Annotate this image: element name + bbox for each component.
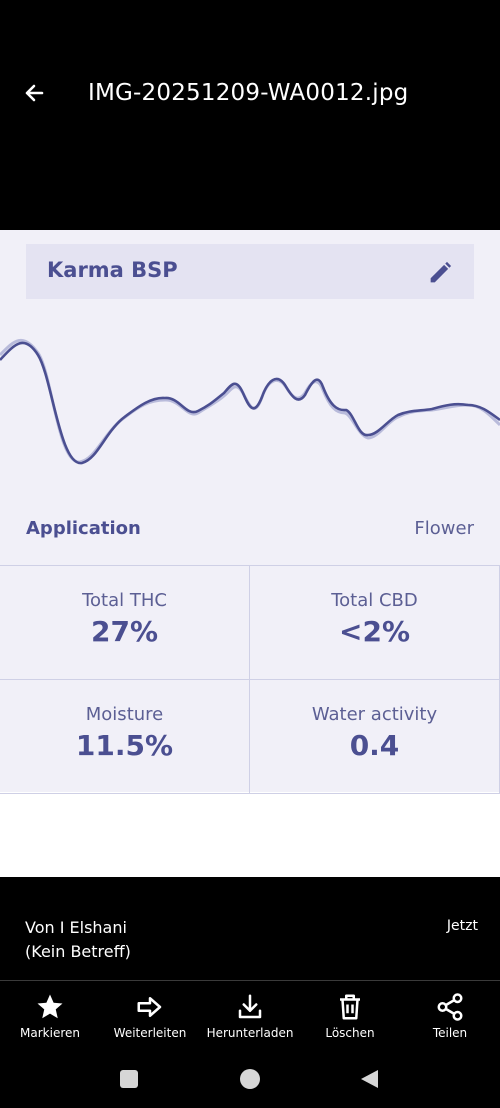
- metric-label: Total CBD: [331, 590, 418, 611]
- share-label: Teilen: [432, 1026, 468, 1040]
- metric-total-thc: Total THC 27%: [0, 566, 250, 680]
- strain-name: Karma BSP: [47, 258, 178, 282]
- metric-total-cbd: Total CBD <2%: [250, 566, 500, 680]
- file-name-title: IMG-20251209-WA0012.jpg: [88, 80, 409, 106]
- top-bar: IMG-20251209-WA0012.jpg: [0, 0, 500, 230]
- pencil-icon: [430, 261, 452, 283]
- divider: [0, 980, 500, 981]
- metric-value: 27%: [90, 615, 159, 648]
- metric-moisture: Moisture 11.5%: [0, 680, 250, 793]
- metric-label: Water activity: [311, 704, 438, 725]
- metric-label: Moisture: [85, 704, 164, 725]
- application-value: Flower: [414, 518, 474, 539]
- mark-button[interactable]: Markieren: [0, 988, 100, 1040]
- system-navigation-bar: [0, 1052, 500, 1108]
- delete-label: Löschen: [325, 1026, 375, 1040]
- back-nav-button[interactable]: [358, 1068, 380, 1090]
- action-bar: Markieren Weiterleiten Herunterladen Lös…: [0, 988, 500, 1048]
- recents-button[interactable]: [118, 1068, 140, 1090]
- image-preview: Karma BSP Application Flower Total THC 2…: [0, 230, 500, 877]
- metric-value: <2%: [339, 615, 410, 648]
- download-icon: [238, 994, 262, 1019]
- metric-water-activity: Water activity 0.4: [250, 680, 500, 793]
- application-label: Application: [26, 518, 141, 539]
- trash-icon: [340, 994, 360, 1020]
- product-card: Karma BSP Application Flower Total THC 2…: [0, 230, 500, 794]
- home-button[interactable]: [239, 1068, 261, 1090]
- forward-label: Weiterleiten: [113, 1026, 187, 1040]
- back-arrow-icon[interactable]: [20, 78, 50, 108]
- message-info: Von I Elshani (Kein Betreff): [25, 916, 131, 964]
- download-label: Herunterladen: [206, 1026, 294, 1040]
- spectrum-graph: [0, 338, 500, 465]
- star-icon: [37, 994, 63, 1019]
- forward-button[interactable]: Weiterleiten: [100, 988, 200, 1040]
- share-icon: [437, 993, 463, 1021]
- delete-button[interactable]: Löschen: [300, 988, 400, 1040]
- spectrum-line-light: [0, 338, 500, 464]
- metric-label: Total THC: [82, 590, 167, 611]
- metric-value: 11.5%: [75, 729, 174, 762]
- forward-icon: [137, 997, 162, 1017]
- metrics-grid: Total THC 27% Total CBD <2% Moisture 11.…: [0, 565, 500, 794]
- message-time: Jetzt: [446, 918, 478, 934]
- mark-label: Markieren: [20, 1026, 80, 1040]
- download-button[interactable]: Herunterladen: [200, 988, 300, 1040]
- message-subject: (Kein Betreff): [25, 942, 131, 961]
- strain-name-bar: Karma BSP: [26, 244, 474, 299]
- share-button[interactable]: Teilen: [400, 988, 500, 1040]
- metric-value: 0.4: [349, 729, 400, 762]
- sender-name: Von I Elshani: [25, 918, 127, 937]
